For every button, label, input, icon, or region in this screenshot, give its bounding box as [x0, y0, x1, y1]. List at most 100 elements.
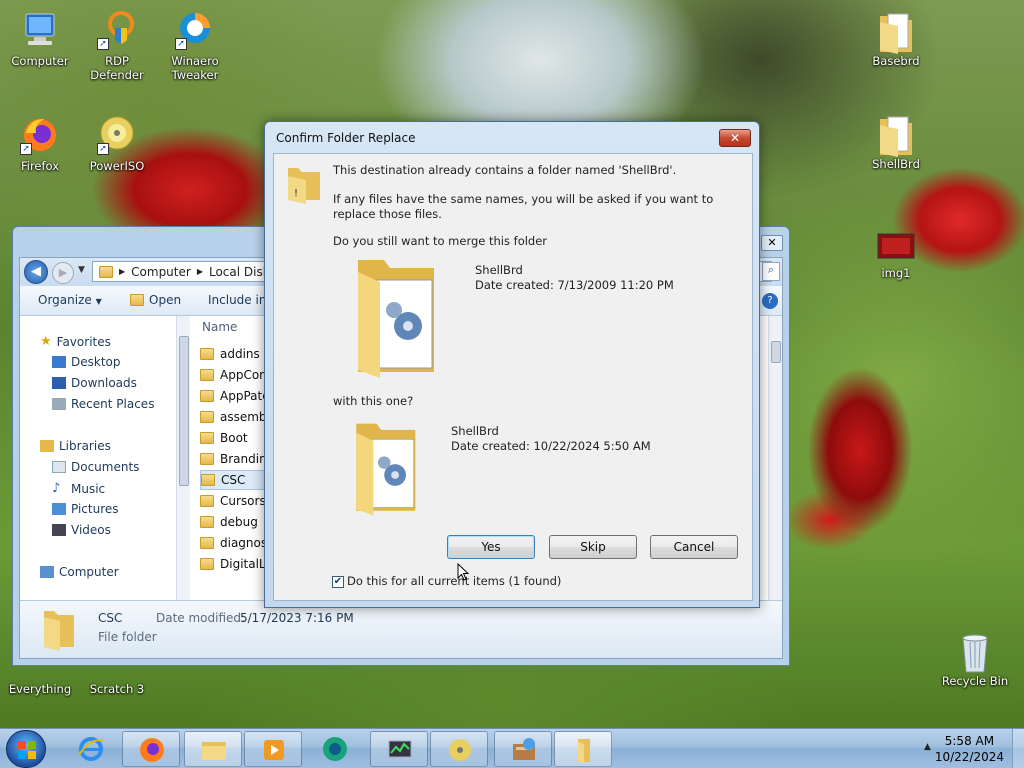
scroll-thumb[interactable] [771, 341, 781, 363]
incoming-folder-option[interactable]: ShellBrd Date created: 10/22/2024 5:50 A… [350, 416, 730, 526]
file-name: addins [220, 347, 260, 361]
nav-computer[interactable]: Computer [40, 565, 119, 579]
folder-icon [876, 113, 916, 157]
folder-icon [578, 739, 590, 763]
taskbar-app-green[interactable] [306, 731, 364, 767]
desktop-icon-computer[interactable]: Computer [0, 10, 80, 68]
nav-videos[interactable]: Videos [52, 523, 111, 537]
folder-icon [201, 474, 215, 486]
existing-folder-name: ShellBrd [475, 263, 523, 277]
nav-libraries[interactable]: Libraries [40, 439, 111, 453]
taskbar-task-manager[interactable] [370, 731, 428, 767]
nav-pictures[interactable]: Pictures [52, 502, 119, 516]
nav-label: Computer [59, 565, 119, 579]
organize-button[interactable]: Organize ▼ [38, 293, 102, 307]
file-list-scrollbar[interactable] [768, 316, 782, 600]
nav-label: Videos [71, 523, 111, 537]
file-name: debug [220, 515, 258, 529]
desktop-icon-rdp-defender[interactable]: ➚ RDP Defender [77, 10, 157, 82]
taskbar-explorer[interactable] [184, 731, 242, 767]
breadcrumb-item[interactable]: Computer [131, 265, 191, 279]
nav-label: Music [71, 481, 106, 496]
chat-icon [323, 737, 347, 761]
desktop-icon-label: Scratch 3 [89, 682, 145, 696]
taskbar-media-player[interactable] [244, 731, 302, 767]
nav-documents[interactable]: Documents [52, 460, 139, 474]
recycle-bin-icon [955, 630, 995, 673]
folder-icon [200, 390, 214, 402]
with-this-one-text: with this one? [333, 394, 414, 408]
confirm-folder-replace-dialog[interactable]: Confirm Folder Replace ✕ ! This destinat… [264, 121, 760, 608]
nav-favorites[interactable]: ★ Favorites [40, 334, 111, 349]
include-in-library-button[interactable]: Include in [208, 293, 266, 307]
show-desktop-button[interactable] [1012, 729, 1024, 768]
folder-icon [202, 742, 226, 760]
existing-folder-option[interactable]: ShellBrd Date created: 7/13/2009 11:20 P… [350, 254, 730, 384]
recent-pages-icon[interactable]: ▼ [78, 265, 85, 275]
start-button[interactable] [6, 730, 46, 768]
libraries-icon [40, 440, 54, 452]
image-file-icon [876, 228, 916, 262]
cancel-button[interactable]: Cancel [650, 535, 738, 559]
taskbar-poweriso[interactable] [430, 731, 488, 767]
open-label: Open [149, 293, 182, 307]
desktop-icon-img1[interactable]: img1 [856, 228, 936, 280]
desktop-icon-winaero-tweaker[interactable]: ➚ Winaero Tweaker [155, 10, 235, 82]
apply-to-all-checkbox[interactable]: ✔ [332, 576, 344, 588]
back-button[interactable]: ◀ [24, 260, 48, 284]
folder-warning-icon: ! [286, 164, 322, 207]
media-player-icon [264, 740, 284, 760]
clock-date: 10/22/2024 [934, 750, 1004, 764]
desktop-icon-firefox[interactable]: ➚ Firefox [0, 115, 80, 173]
computer-icon [40, 566, 54, 578]
open-button[interactable]: Open [130, 293, 181, 307]
apply-to-all-label[interactable]: Do this for all current items (1 found) [347, 574, 561, 589]
taskbar-control-panel[interactable] [494, 731, 552, 767]
desktop-icon-poweriso[interactable]: ➚ PowerISO [77, 115, 157, 173]
scroll-thumb[interactable] [179, 336, 189, 486]
breadcrumb-item[interactable]: Local Disk [209, 265, 270, 279]
chevron-down-icon: ▼ [95, 297, 102, 306]
nav-music[interactable]: ♪ Music [52, 481, 105, 496]
taskbar-folder-active[interactable] [554, 731, 612, 767]
firefox-icon [140, 738, 164, 762]
nav-downloads[interactable]: Downloads [52, 376, 137, 390]
close-button[interactable]: ✕ [719, 129, 751, 147]
folder-gear-icon [350, 418, 420, 521]
desktop-icon-label: ShellBrd [872, 157, 920, 171]
folder-icon [130, 294, 144, 306]
explorer-close-button[interactable]: ✕ [761, 235, 783, 251]
message-line-2: If any files have the same names, you wi… [333, 192, 714, 221]
skip-button[interactable]: Skip [549, 535, 637, 559]
clock-time: 5:58 AM [944, 734, 995, 748]
desktop-icon-recycle-bin[interactable]: Recycle Bin [935, 630, 1015, 688]
taskbar-firefox[interactable] [122, 731, 180, 767]
forward-button[interactable]: ▶ [52, 262, 74, 284]
column-header-name[interactable]: Name [202, 320, 237, 334]
show-hidden-icons-button[interactable]: ▲ [924, 742, 931, 752]
desktop-icon-everything[interactable]: Everything [0, 666, 80, 696]
pictures-icon [52, 503, 66, 515]
nav-label: Pictures [71, 502, 119, 516]
desktop-icon-shellbrd[interactable]: ShellBrd [856, 113, 936, 171]
star-icon: ★ [40, 334, 52, 349]
search-icon[interactable]: ⌕ [762, 262, 780, 281]
desktop-icon-basebrd[interactable]: Basebrd [856, 10, 936, 68]
nav-label: Downloads [71, 376, 137, 390]
clock[interactable]: 5:58 AM 10/22/2024 [935, 733, 1004, 765]
dialog-title: Confirm Folder Replace [276, 131, 416, 145]
help-icon[interactable]: ? [762, 293, 778, 309]
yes-button[interactable]: Yes [447, 535, 535, 559]
desktop: Computer ➚ RDP Defender ➚ Winaero Tweake… [0, 0, 1024, 728]
desktop-icon-scratch[interactable]: Scratch 3 [77, 666, 157, 696]
nav-recent-places[interactable]: Recent Places [52, 397, 154, 411]
nav-label: Recent Places [71, 397, 155, 411]
taskbar-internet-explorer[interactable] [62, 731, 120, 767]
folder-icon [200, 432, 214, 444]
folder-icon [200, 348, 214, 360]
nav-desktop[interactable]: Desktop [52, 355, 121, 369]
nav-scrollbar[interactable] [176, 316, 190, 600]
desktop-icon-label: Winaero Tweaker [171, 54, 219, 82]
firefox-icon: ➚ [20, 115, 60, 155]
computer-icon [20, 10, 60, 50]
